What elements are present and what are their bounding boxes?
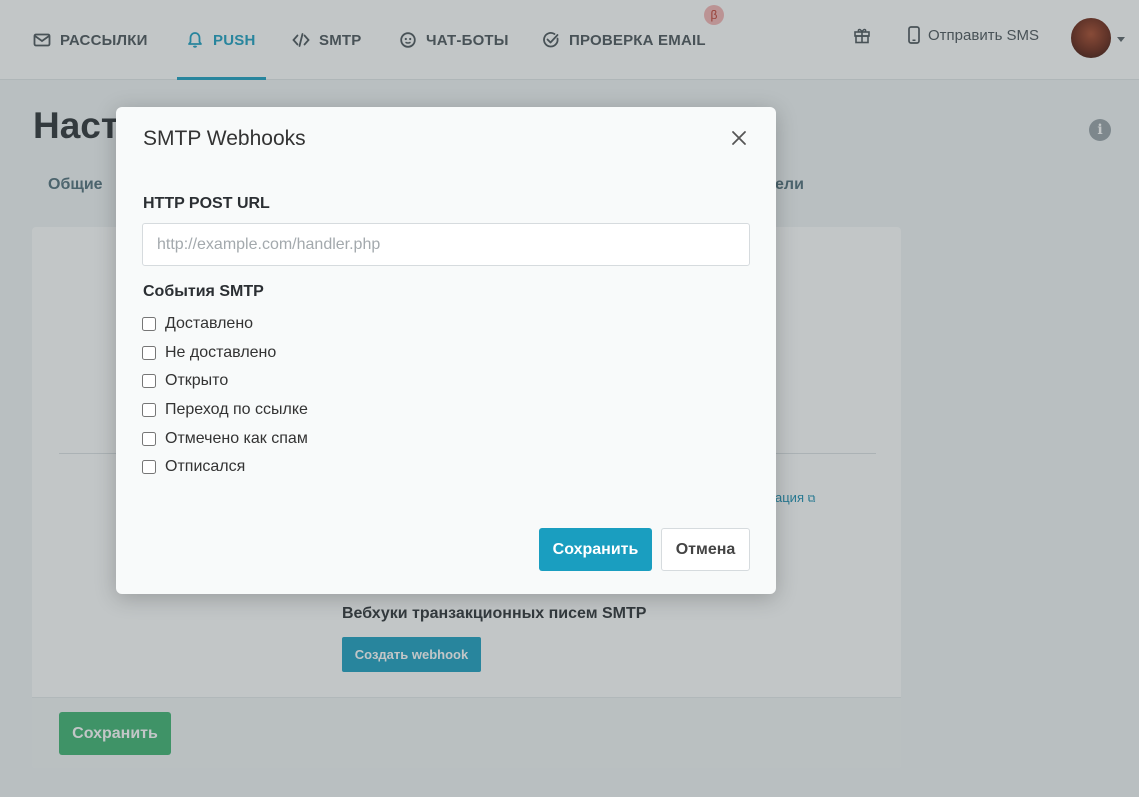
smtp-webhooks-modal: SMTP Webhooks HTTP POST URL События SMTP…: [116, 107, 776, 594]
modal-cancel-button[interactable]: Отмена: [661, 528, 750, 571]
event-not-delivered[interactable]: Не доставлено: [142, 339, 308, 368]
event-label: Отмечено как спам: [165, 429, 308, 447]
url-label: HTTP POST URL: [143, 195, 270, 212]
events-list: Доставлено Не доставлено Открыто Переход…: [142, 310, 308, 482]
modal-title: SMTP Webhooks: [143, 127, 306, 150]
event-checkbox[interactable]: [142, 431, 156, 446]
event-label: Открыто: [165, 372, 229, 390]
event-label: Доставлено: [165, 315, 254, 333]
event-checkbox[interactable]: [142, 460, 156, 475]
event-label: Переход по ссылке: [165, 401, 308, 419]
event-opened[interactable]: Открыто: [142, 367, 308, 396]
event-delivered[interactable]: Доставлено: [142, 310, 308, 339]
event-unsubscribed[interactable]: Отписался: [142, 453, 308, 482]
modal-save-button[interactable]: Сохранить: [539, 528, 652, 571]
event-checkbox[interactable]: [142, 317, 156, 332]
event-checkbox[interactable]: [142, 374, 156, 389]
event-spam[interactable]: Отмечено как спам: [142, 424, 308, 453]
event-label: Отписался: [165, 458, 246, 476]
events-label: События SMTP: [143, 283, 264, 300]
event-checkbox[interactable]: [142, 403, 156, 418]
webhook-url-input[interactable]: [142, 223, 750, 266]
close-icon[interactable]: [728, 127, 750, 149]
event-checkbox[interactable]: [142, 345, 156, 360]
event-link-click[interactable]: Переход по ссылке: [142, 396, 308, 425]
event-label: Не доставлено: [165, 343, 277, 361]
